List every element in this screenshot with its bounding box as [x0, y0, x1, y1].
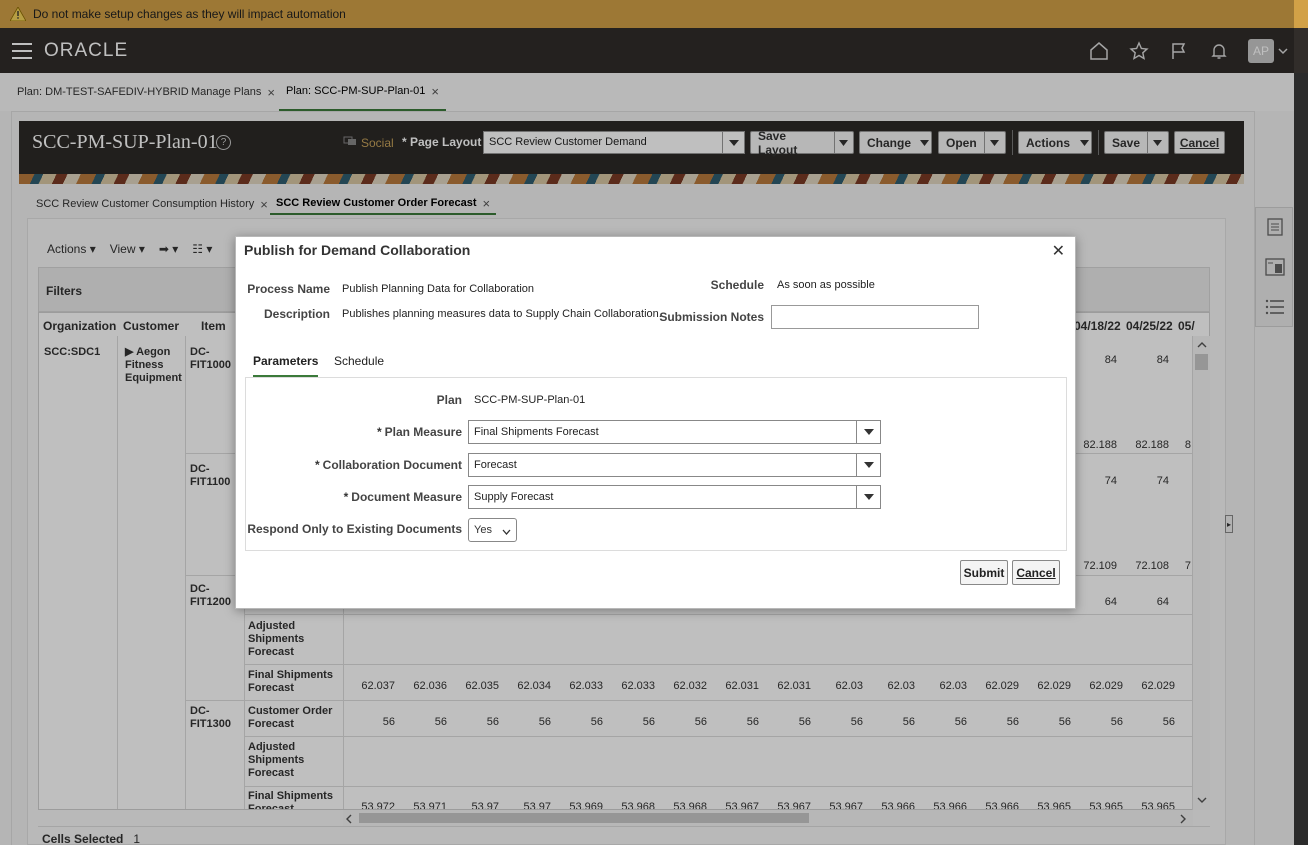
submit-button[interactable]: Submit — [960, 560, 1008, 585]
plan-measure-value: Final Shipments Forecast — [474, 426, 599, 438]
process-name-label: Process Name — [247, 282, 330, 296]
tab-schedule[interactable]: Schedule — [334, 354, 384, 368]
document-measure-value: Supply Forecast — [474, 491, 554, 503]
chevron-down-icon[interactable] — [856, 486, 880, 508]
tab-parameters[interactable]: Parameters — [253, 354, 319, 377]
schedule-label: Schedule — [710, 278, 764, 292]
plan-measure-label: * Plan Measure — [376, 425, 462, 439]
respond-existing-select[interactable]: Yes — [468, 518, 517, 542]
respond-existing-label: Respond Only to Existing Documents — [247, 522, 462, 536]
process-name-value: Publish Planning Data for Collaboration — [342, 283, 535, 295]
chevron-down-icon[interactable] — [856, 454, 880, 476]
respond-existing-value: Yes — [474, 524, 492, 536]
dialog-title: Publish for Demand Collaboration — [244, 242, 471, 258]
window-edge — [1294, 73, 1308, 845]
dialog-cancel-button[interactable]: Cancel — [1012, 560, 1060, 585]
chevron-down-icon[interactable] — [856, 421, 880, 443]
description-label: Description — [263, 307, 330, 321]
collaboration-document-select[interactable]: Forecast — [468, 453, 881, 477]
collaboration-document-value: Forecast — [474, 459, 517, 471]
submission-notes-input[interactable] — [771, 305, 979, 329]
description-value: Publishes planning measures data to Supp… — [342, 308, 662, 320]
document-measure-label-text: Document Measure — [351, 490, 462, 504]
plan-label: Plan — [436, 393, 462, 407]
plan-value: SCC-PM-SUP-Plan-01 — [474, 394, 586, 406]
submission-notes-label: Submission Notes — [659, 310, 764, 324]
schedule-value: As soon as possible — [777, 279, 875, 291]
close-icon[interactable]: ✕ — [1052, 241, 1065, 261]
chevron-down-icon — [502, 526, 511, 538]
plan-measure-select[interactable]: Final Shipments Forecast — [468, 420, 881, 444]
document-measure-select[interactable]: Supply Forecast — [468, 485, 881, 509]
collaboration-document-label: * Collaboration Document — [314, 458, 462, 472]
document-measure-label: * Document Measure — [343, 490, 462, 504]
plan-measure-label-text: Plan Measure — [384, 425, 462, 439]
publish-dialog: Publish for Demand Collaboration ✕ Proce… — [235, 236, 1076, 609]
collaboration-document-label-text: Collaboration Document — [322, 458, 462, 472]
